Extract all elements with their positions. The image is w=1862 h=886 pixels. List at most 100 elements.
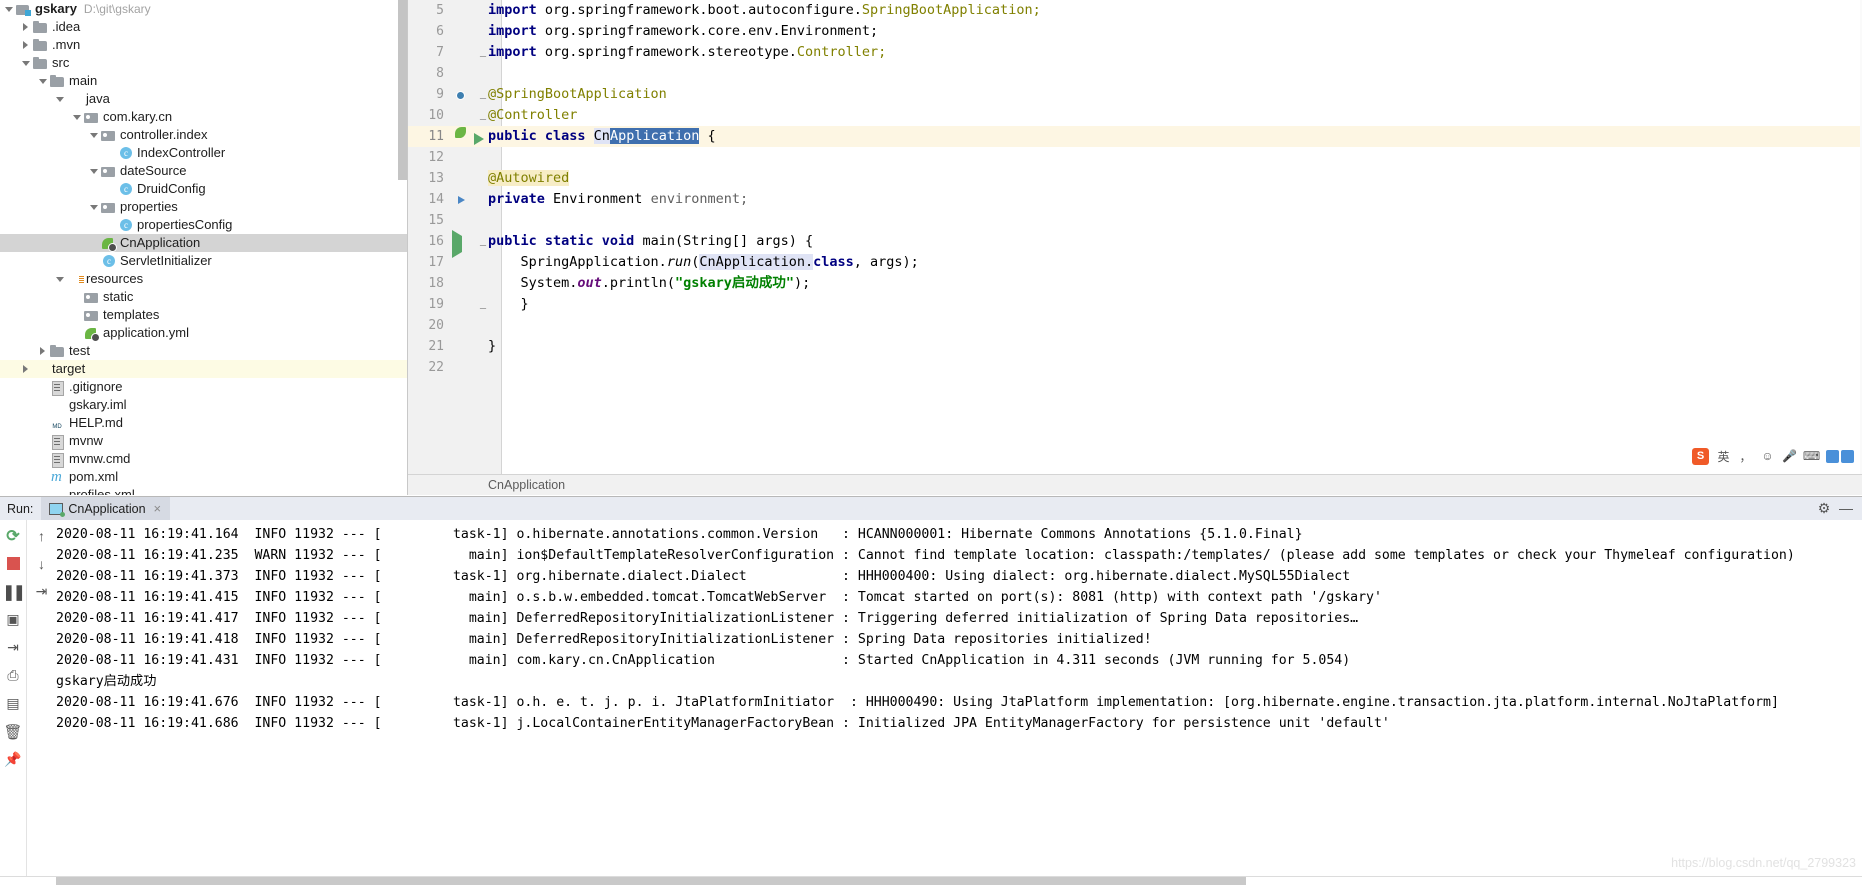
code-line-14[interactable]: 14 private Environment environment;: [408, 189, 1862, 210]
tree-item-help-md[interactable]: MD HELP.md: [0, 414, 407, 432]
code-line-7[interactable]: 7 ─ import org.springframework.stereotype.…: [408, 42, 1862, 63]
chevron-down-icon[interactable]: [87, 198, 100, 216]
code-line-17[interactable]: 17 SpringApplication.run(CnApplication.c…: [408, 252, 1862, 273]
code-editor[interactable]: 5 import org.springframework.boot.autocon…: [408, 0, 1862, 495]
tree-item-indexcontroller[interactable]: IndexController: [0, 144, 407, 162]
run-tool-window[interactable]: Run: CnApplication × ⚙ — ⟳ ❚❚ ▣ ⇥ ⎙ ▤ 🗑 …: [0, 496, 1862, 886]
code-line-8[interactable]: 8: [408, 63, 1862, 84]
chevron-down-icon[interactable]: [19, 54, 32, 72]
ime-microphone-icon[interactable]: 🎤: [1782, 449, 1797, 464]
tree-item-main[interactable]: main: [0, 72, 407, 90]
code-line-21[interactable]: 21}: [408, 336, 1862, 357]
pin-icon[interactable]: 📌: [4, 751, 21, 768]
soft-wrap-icon[interactable]: ⇥: [33, 583, 50, 600]
tree-item-profiles-xml[interactable]: <>profiles.xml: [0, 486, 407, 495]
code-line-22[interactable]: 22: [408, 357, 1862, 378]
trash-icon[interactable]: 🗑: [3, 723, 22, 741]
tree-item-src[interactable]: src: [0, 54, 407, 72]
run-gutter-icon[interactable]: [474, 133, 484, 145]
gear-icon[interactable]: ⚙: [1816, 500, 1832, 516]
ime-keyboard-icon[interactable]: ⌨: [1803, 449, 1820, 464]
run-toolbar-primary[interactable]: ⟳ ❚❚ ▣ ⇥ ⎙ ▤ 🗑 📌: [0, 520, 27, 886]
tree-item-resources[interactable]: resources: [0, 270, 407, 288]
gutter-marker[interactable]: [452, 192, 468, 208]
scroll-up-icon[interactable]: ↑: [33, 527, 50, 544]
ime-language-mode[interactable]: 英: [1716, 449, 1731, 464]
tree-item-gskary-iml[interactable]: gskary.iml: [0, 396, 407, 414]
chevron-down-icon[interactable]: [2, 0, 15, 18]
grid-icon[interactable]: ▤: [5, 695, 22, 712]
tree-item-root[interactable]: gskary D:\git\gskary: [0, 0, 407, 18]
rerun-button[interactable]: ⟳: [5, 527, 22, 545]
tree-item--gitignore[interactable]: .gitignore: [0, 378, 407, 396]
export-icon[interactable]: ⇥: [5, 639, 22, 656]
chevron-down-icon[interactable]: [70, 108, 83, 126]
code-line-13[interactable]: 13 @Autowired: [408, 168, 1862, 189]
run-tab-cnapplication[interactable]: CnApplication ×: [41, 497, 171, 520]
tree-item--idea[interactable]: .idea: [0, 18, 407, 36]
ime-toolbar[interactable]: S 英 ， ☺ 🎤 ⌨: [1688, 446, 1858, 466]
minimize-icon[interactable]: —: [1838, 500, 1854, 516]
chevron-right-icon[interactable]: [19, 36, 32, 54]
tree-item-pom-xml[interactable]: pom.xml: [0, 468, 407, 486]
close-icon[interactable]: ×: [154, 501, 162, 516]
pause-button[interactable]: ❚❚: [2, 583, 25, 601]
ime-blue-icon-1[interactable]: [1826, 449, 1839, 463]
tree-item-druidconfig[interactable]: DruidConfig: [0, 180, 407, 198]
code-line-10[interactable]: 10 ─ @Controller: [408, 105, 1862, 126]
tree-item-mvnw-cmd[interactable]: mvnw.cmd: [0, 450, 407, 468]
camera-icon[interactable]: ▣: [5, 611, 22, 628]
scroll-down-icon[interactable]: ↓: [33, 555, 50, 572]
tree-item-cnapplication[interactable]: CnApplication: [0, 234, 407, 252]
project-tree[interactable]: gskary D:\git\gskary .idea .mvn src main java c…: [0, 0, 407, 495]
code-line-11[interactable]: 11 public class CnApplication {: [408, 126, 1862, 147]
tree-item--mvn[interactable]: .mvn: [0, 36, 407, 54]
tree-item-application-yml[interactable]: application.yml: [0, 324, 407, 342]
console-horizontal-scrollbar[interactable]: [56, 877, 1246, 885]
code-line-19[interactable]: 19 ─ }: [408, 294, 1862, 315]
gutter-marker[interactable]: [452, 129, 484, 145]
project-tool-window[interactable]: gskary D:\git\gskary .idea .mvn src main java c…: [0, 0, 408, 495]
print-icon[interactable]: ⎙: [5, 667, 22, 684]
code-line-16[interactable]: 16 ─ public static void main(String[] args…: [408, 230, 1862, 258]
ime-extra-icons[interactable]: [1826, 449, 1854, 463]
ime-blue-icon-2[interactable]: [1841, 449, 1854, 463]
tree-item-java[interactable]: java: [0, 90, 407, 108]
gutter-marker[interactable]: [452, 230, 468, 258]
tree-item-mvnw[interactable]: mvnw: [0, 432, 407, 450]
chevron-down-icon[interactable]: [87, 162, 100, 180]
ime-emoji-icon[interactable]: ☺: [1760, 449, 1775, 464]
tree-item-controller-index[interactable]: controller.index: [0, 126, 407, 144]
chevron-right-icon[interactable]: [19, 360, 32, 378]
tree-item-test[interactable]: test: [0, 342, 407, 360]
chevron-down-icon[interactable]: [53, 270, 66, 288]
tree-item-datesource[interactable]: dateSource: [0, 162, 407, 180]
gutter-marker[interactable]: [452, 87, 468, 103]
code-line-18[interactable]: 18 System.out.println("gskary启动成功");: [408, 273, 1862, 294]
chevron-down-icon[interactable]: [53, 90, 66, 108]
console-output[interactable]: 2020-08-11 16:19:41.164 INFO 11932 --- […: [56, 521, 1862, 886]
code-line-5[interactable]: 5 import org.springframework.boot.autocon…: [408, 0, 1862, 21]
stop-button[interactable]: [5, 555, 22, 572]
run-toolbar-secondary[interactable]: ↑ ↓ ⇥: [27, 520, 56, 886]
tree-item-com-kary-cn[interactable]: com.kary.cn: [0, 108, 407, 126]
chevron-down-icon[interactable]: [87, 126, 100, 144]
code-line-6[interactable]: 6 import org.springframework.core.env.Env…: [408, 21, 1862, 42]
chevron-right-icon[interactable]: [19, 18, 32, 36]
project-tree-scrollbar[interactable]: [398, 0, 407, 180]
code-line-15[interactable]: 15: [408, 210, 1862, 231]
chevron-right-icon[interactable]: [36, 342, 49, 360]
code-line-9[interactable]: 9 ─ @SpringBootApplication: [408, 84, 1862, 105]
tree-item-servletinitializer[interactable]: ServletInitializer: [0, 252, 407, 270]
ime-punctuation-icon[interactable]: ，: [1738, 449, 1753, 464]
code-line-12[interactable]: 12: [408, 147, 1862, 168]
tree-item-target[interactable]: target: [0, 360, 407, 378]
tree-item-properties[interactable]: properties: [0, 198, 407, 216]
code-line-20[interactable]: 20: [408, 315, 1862, 336]
tree-item-templates[interactable]: templates: [0, 306, 407, 324]
tree-item-static[interactable]: static: [0, 288, 407, 306]
console-scrollbar[interactable]: [1851, 521, 1862, 886]
chevron-down-icon[interactable]: [36, 72, 49, 90]
tree-item-propertiesconfig[interactable]: propertiesConfig: [0, 216, 407, 234]
sogou-ime-logo[interactable]: S: [1692, 447, 1709, 465]
